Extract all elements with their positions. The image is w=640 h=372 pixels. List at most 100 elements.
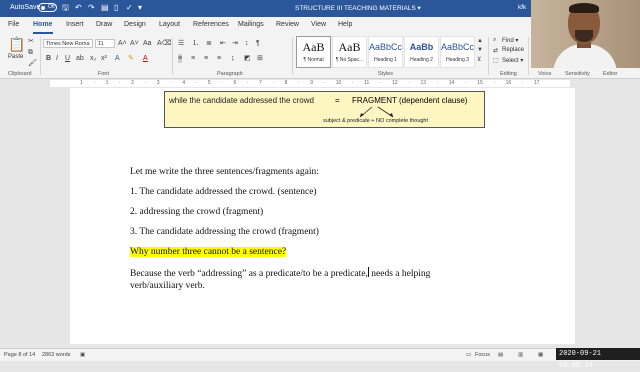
highlight-color-icon[interactable]: ✎ (128, 54, 134, 63)
align-center-icon[interactable]: ≡ (191, 54, 195, 63)
styles-scroll-up-icon[interactable]: ▲ (477, 37, 483, 46)
highlighted-question: Why number three cannot be a sentence? (130, 246, 287, 259)
focus-button[interactable]: Focus (475, 352, 490, 358)
paste-icon[interactable]: 📋 (8, 36, 25, 52)
tab-draw[interactable]: Draw (96, 21, 112, 28)
styles-scroll-down-icon[interactable]: ▼ (477, 46, 483, 55)
numbering-icon[interactable]: ⒈ (192, 39, 199, 48)
style-heading-1[interactable]: AaBbCc Heading 1 (368, 36, 403, 68)
justify-icon[interactable]: ≡ (217, 54, 221, 63)
tab-help[interactable]: Help (338, 21, 352, 28)
align-left-icon[interactable]: ≡ (178, 54, 183, 63)
separator (172, 37, 173, 75)
callout-subtext: subject & predicate + NO complete though… (323, 118, 429, 124)
user-initials[interactable]: kfk (518, 4, 526, 11)
read-mode-icon[interactable]: ▤ (498, 352, 503, 358)
paragraph-group-label: Paragraph (217, 71, 243, 77)
bold-icon[interactable]: B (46, 54, 51, 63)
paste-button[interactable]: Paste (8, 54, 23, 60)
shrink-font-icon[interactable]: A˅ (130, 39, 139, 48)
text-effects-icon[interactable]: A (115, 54, 120, 63)
font-size-combo[interactable]: 11 (95, 39, 115, 48)
sort-icon[interactable]: ↕ (245, 39, 249, 48)
separator (40, 37, 41, 75)
shading-icon[interactable]: ◩ (244, 54, 251, 63)
replace-button[interactable]: Replace (502, 47, 524, 53)
style-name: ¶ No Spac... (335, 57, 364, 63)
undo-icon[interactable]: ↶ (75, 3, 82, 13)
align-right-icon[interactable]: ≡ (204, 54, 208, 63)
focus-icon[interactable]: ▭ (466, 352, 471, 358)
line-spacing-icon[interactable]: ↨ (231, 54, 235, 63)
autosave-toggle[interactable]: Off (38, 3, 57, 12)
tab-references[interactable]: References (193, 21, 229, 28)
paragraph: Let me write the three sentences/fragmen… (130, 167, 319, 177)
style-name: Heading 3 (446, 57, 469, 63)
styles-more-icon[interactable]: ⊻ (477, 56, 481, 65)
bullets-icon[interactable]: ☰ (178, 39, 184, 48)
select-icon[interactable]: ⬚ (493, 57, 499, 64)
editor-group-label: Editor (603, 71, 618, 77)
tab-view[interactable]: View (311, 21, 326, 28)
font-color-icon[interactable]: A (143, 54, 148, 63)
select-button[interactable]: Select ▾ (502, 57, 523, 64)
tab-home[interactable]: Home (33, 21, 52, 28)
paragraph: 3. The candidate addressing the crowd (f… (130, 227, 319, 237)
paragraph: 2. addressing the crowd (fragment) (130, 207, 264, 217)
style-sample: AaB (302, 40, 325, 54)
style-no-spacing[interactable]: AaB ¶ No Spac... (332, 36, 367, 68)
find-icon[interactable]: ⌕ (493, 37, 496, 44)
page-count[interactable]: Page 8 of 14 (4, 352, 35, 358)
italic-icon[interactable]: I (56, 54, 58, 63)
style-sample: AaBbCcD (441, 42, 474, 52)
save-icon[interactable]: 🖫 (62, 3, 69, 13)
spelling-icon[interactable]: ✓ (126, 3, 133, 13)
style-heading-2[interactable]: AaBb Heading 2 (404, 36, 439, 68)
grow-font-icon[interactable]: A˄ (118, 39, 127, 48)
style-sample: AaBbCc (369, 42, 402, 52)
show-marks-icon[interactable]: ¶ (256, 39, 260, 48)
decrease-indent-icon[interactable]: ⇤ (220, 39, 226, 48)
paragraph: 1. The candidate addressed the crowd. (s… (130, 187, 317, 197)
redo-icon[interactable]: ↷ (88, 3, 95, 13)
page-icon[interactable]: ▯ (114, 3, 118, 13)
document-page[interactable]: while the candidate addressed the crowd … (70, 88, 575, 344)
paragraph: Because the verb “addressing” as a predi… (130, 267, 430, 281)
style-heading-3[interactable]: AaBbCcD Heading 3 (440, 36, 475, 68)
tab-layout[interactable]: Layout (159, 21, 180, 28)
replace-icon[interactable]: ⇄ (493, 47, 498, 54)
copy-icon[interactable]: ⧉ (28, 48, 33, 57)
borders-icon[interactable]: ⊞ (257, 54, 263, 63)
underline-icon[interactable]: U (65, 54, 70, 63)
word-count[interactable]: 2863 words (42, 352, 70, 358)
document-title[interactable]: STRUCTURE III TEACHING MATERIALS ▾ (295, 4, 421, 12)
customize-toolbar-icon[interactable]: ▾ (138, 3, 142, 13)
multilevel-list-icon[interactable]: ≣ (206, 39, 212, 48)
find-button[interactable]: Find ▾ (502, 37, 518, 44)
style-name: Heading 1 (374, 57, 397, 63)
proofing-icon[interactable]: ▣ (80, 352, 85, 358)
subscript-icon[interactable]: x₂ (90, 54, 96, 63)
change-case-icon[interactable]: Aa (143, 39, 152, 48)
web-layout-icon[interactable]: ▦ (538, 352, 543, 358)
editing-group-label: Editing (500, 71, 517, 77)
increase-indent-icon[interactable]: ⇥ (232, 39, 238, 48)
superscript-icon[interactable]: x² (101, 54, 107, 63)
strikethrough-icon[interactable]: ab (76, 54, 84, 63)
style-sample: AaBb (409, 42, 434, 52)
clear-formatting-icon[interactable]: A⌫ (157, 39, 172, 48)
style-normal[interactable]: AaB ¶ Normal (296, 36, 331, 68)
horizontal-ruler[interactable]: 1 · 1 · 2 · 3 · 4 · 5 · 6 · 7 · 8 · 9 · 10 · 11 · 12 · 13 · 14 · 15 · 16… (0, 79, 640, 88)
tab-insert[interactable]: Insert (66, 21, 84, 28)
print-preview-icon[interactable]: ▤ (101, 3, 109, 13)
print-layout-icon[interactable]: ▥ (518, 352, 523, 358)
sensitivity-group-label: Sensitivity (565, 71, 590, 77)
tab-file[interactable]: File (8, 21, 19, 28)
tab-review[interactable]: Review (276, 21, 299, 28)
tab-mailings[interactable]: Mailings (238, 21, 264, 28)
cut-icon[interactable]: ✂ (28, 37, 34, 46)
separator (528, 37, 529, 75)
tab-design[interactable]: Design (124, 21, 146, 28)
format-painter-icon[interactable]: 🖌 (28, 59, 37, 68)
font-name-combo[interactable]: Times New Roma (43, 39, 93, 48)
